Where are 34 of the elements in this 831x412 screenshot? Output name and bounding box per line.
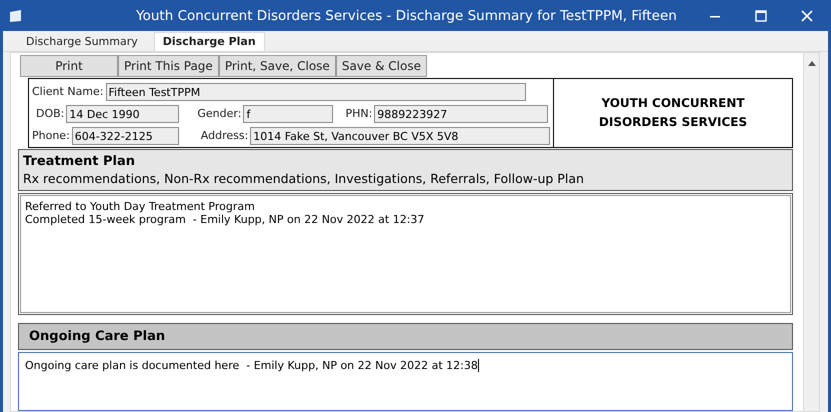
text-cursor (478, 359, 479, 372)
phn-field[interactable]: 9889223927 (374, 104, 548, 122)
field-label: Phone: (32, 129, 70, 142)
phone-field[interactable]: 604-322-2125 (72, 126, 179, 144)
toolbar-button[interactable]: Print, Save, Close (218, 55, 336, 77)
maximize-icon[interactable] (755, 10, 767, 22)
scrollbar[interactable] (803, 53, 819, 411)
address-field[interactable]: 1014 Fake St, Vancouver BC V5X 5V8 (250, 126, 550, 144)
text-area[interactable]: Ongoing care plan is documented here - Emily Kupp, NP on 22 Nov 2022 at 12:38 (18, 352, 793, 411)
organization-name: YOUTH CONCURRENT DISORDERS SERVICES (598, 95, 748, 132)
field-label: DOB: (36, 107, 64, 120)
window-title: Youth Concurrent Disorders Services - Discharge Summary for TestTPPM, Fifteen (135, 8, 678, 24)
section-title: Treatment Plan (23, 154, 136, 170)
field-label: Gender: (197, 107, 242, 120)
note-text: Referred to Youth Day Treatment Program (25, 200, 255, 214)
scroll-up-icon[interactable] (808, 61, 816, 66)
field-label: Client Name: (32, 85, 104, 98)
section-subtitle: Rx recommendations, Non-Rx recommendations, Investigations, Referrals, Follow-up Plan (23, 171, 585, 186)
dob-field[interactable]: 14 Dec 1990 (66, 104, 180, 122)
tab[interactable]: Discharge Plan (154, 32, 265, 51)
note-text: Ongoing care plan is documented here - Emily Kupp, NP on 22 Nov 2022 at 12:38 (25, 359, 478, 372)
toolbar-button[interactable]: Print (20, 55, 118, 77)
field-label: Address: (200, 129, 248, 142)
field-label: PHN: (345, 107, 372, 120)
toolbar-button[interactable]: Save & Close (336, 55, 427, 77)
gender-field[interactable]: f (243, 104, 334, 122)
section-title: Ongoing Care Plan (29, 329, 166, 344)
window-icon (8, 8, 24, 22)
toolbar-button[interactable]: Print This Page (118, 55, 219, 77)
client-name-field[interactable]: Fifteen TestTPPM (106, 82, 526, 100)
tab[interactable]: Discharge Summary (10, 32, 154, 51)
close-icon[interactable] (801, 10, 813, 22)
note-text: Completed 15-week program - Emily Kupp, NP on 22 Nov 2022 at 12:37 (25, 213, 424, 226)
text-area[interactable]: Referred to Youth Day Treatment Program Completed 15-week program - Emily Kupp, NP on 22 Nov 2022 at 12:37 (18, 193, 793, 316)
